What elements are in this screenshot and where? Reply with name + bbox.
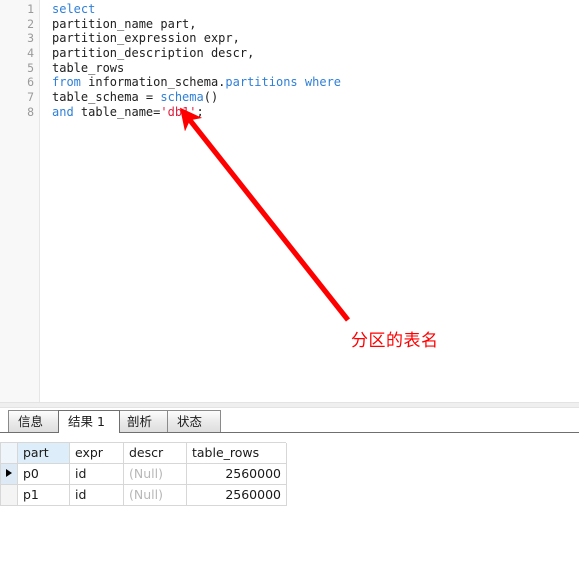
line-number: 7 bbox=[27, 90, 34, 105]
code-token: table_schema = bbox=[52, 90, 161, 105]
code-line[interactable]: partition_description descr, bbox=[52, 46, 579, 61]
annotation-label: 分区的表名 bbox=[351, 331, 439, 351]
grid-cell[interactable]: 2560000 bbox=[187, 485, 287, 506]
table-row[interactable]: p1 id (Null) 2560000 bbox=[1, 485, 287, 506]
code-token: where bbox=[304, 75, 342, 90]
grid-column-header[interactable]: part bbox=[18, 443, 70, 464]
result-grid[interactable]: part expr descr table_rows p0 id (Null) 2560000… bbox=[0, 442, 287, 506]
grid-cell[interactable]: id bbox=[70, 485, 124, 506]
result-tab[interactable]: 剖析 bbox=[117, 410, 171, 432]
table-row[interactable]: p0 id (Null) 2560000 bbox=[1, 464, 287, 485]
grid-header-row: part expr descr table_rows bbox=[1, 443, 287, 464]
line-number-list: 12345678 bbox=[0, 2, 34, 120]
code-token: schema bbox=[160, 90, 204, 105]
line-number: 6 bbox=[27, 75, 34, 90]
code-line[interactable]: partition_name part, bbox=[52, 17, 579, 32]
grid-cell[interactable]: 2560000 bbox=[187, 464, 287, 485]
grid-column-header[interactable]: descr bbox=[124, 443, 187, 464]
code-token: and bbox=[52, 104, 74, 119]
line-number: 3 bbox=[27, 31, 34, 46]
grid-cell[interactable]: (Null) bbox=[124, 464, 187, 485]
code-token: 'db1' bbox=[160, 104, 197, 119]
sql-editor-pane[interactable]: 12345678 select partition_name part, parti… bbox=[0, 0, 579, 406]
code-token: () bbox=[203, 90, 219, 105]
code-line[interactable]: table_schema = schema() bbox=[52, 90, 579, 105]
code-token: from bbox=[52, 75, 81, 90]
line-number: 8 bbox=[27, 104, 34, 119]
grid-corner-cell bbox=[1, 443, 18, 464]
current-row-indicator-icon[interactable] bbox=[1, 464, 18, 485]
grid-column-header[interactable]: table_rows bbox=[187, 443, 287, 464]
sql-code-text[interactable]: select partition_name part, partition_expr… bbox=[52, 2, 579, 120]
code-token: table_name= bbox=[73, 104, 161, 119]
code-line[interactable]: and table_name='db1'; bbox=[52, 105, 579, 120]
code-line[interactable]: from information_schema.partitions where bbox=[52, 75, 579, 90]
code-line[interactable]: table_rows bbox=[52, 61, 579, 76]
code-token: information_schema. bbox=[80, 75, 226, 90]
line-number: 5 bbox=[27, 60, 34, 75]
code-token: partition_name part, bbox=[52, 16, 197, 31]
result-tab[interactable]: 结果 1 bbox=[58, 410, 120, 433]
grid-cell[interactable]: (Null) bbox=[124, 485, 187, 506]
result-tab[interactable]: 状态 bbox=[167, 410, 221, 432]
pane-splitter[interactable] bbox=[0, 402, 579, 408]
code-line[interactable]: partition_expression expr, bbox=[52, 31, 579, 46]
code-token: ; bbox=[196, 104, 204, 119]
line-number: 2 bbox=[27, 16, 34, 31]
grid-cell[interactable]: id bbox=[70, 464, 124, 485]
code-token: partitions bbox=[225, 75, 298, 90]
code-token: table_rows bbox=[52, 60, 125, 75]
grid-cell[interactable]: p0 bbox=[18, 464, 70, 485]
code-token: partition_description descr, bbox=[52, 46, 255, 61]
code-line[interactable]: select bbox=[52, 2, 579, 17]
editor-line-number-gutter: 12345678 bbox=[0, 0, 40, 406]
line-number: 4 bbox=[27, 46, 34, 61]
line-number: 1 bbox=[27, 2, 34, 16]
result-tab-strip: 信息 结果 1 剖析 状态 bbox=[0, 409, 579, 433]
code-token: select bbox=[52, 2, 96, 16]
grid-cell[interactable]: p1 bbox=[18, 485, 70, 506]
code-token: partition_expression expr, bbox=[52, 31, 240, 46]
row-marker[interactable] bbox=[1, 485, 18, 506]
result-tab[interactable]: 信息 bbox=[8, 410, 62, 432]
grid-column-header[interactable]: expr bbox=[70, 443, 124, 464]
